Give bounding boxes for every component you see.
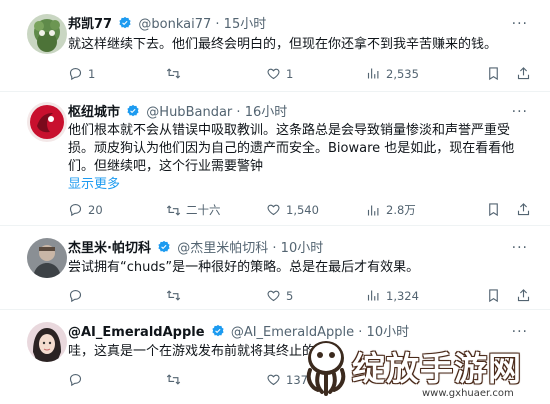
reply-icon (69, 373, 82, 387)
tweet-header: 邦凯77 @bonkai77 · 15小时 (68, 16, 266, 33)
tweet-text: 就这样继续下去。他们最终会明白的，但现在你还拿不到我辛苦赚来的钱。 (68, 37, 498, 52)
author-name[interactable]: @AI_EmeraldApple (68, 325, 205, 340)
separator-dot: · (236, 105, 241, 120)
tweet-2[interactable]: 枢纽城市 @HubBandar · 16小时 ··· 他们根本就不会从错误中吸取… (0, 92, 550, 226)
retweet-count: 二十六 (186, 203, 221, 217)
view-count: 1,324 (386, 288, 419, 303)
avatar[interactable] (27, 14, 67, 54)
watermark: 绽放手游网 www.gxhuaer.com (300, 336, 545, 404)
tweet-header: 杰里米·帕切科 @杰里米帕切科 · 10小时 (68, 240, 323, 257)
reply-icon (69, 67, 82, 81)
like-button[interactable]: 5 (266, 288, 293, 303)
author-name[interactable]: 杰里米·帕切科 (68, 241, 151, 256)
retweet-icon (166, 68, 181, 79)
like-count: 5 (286, 288, 294, 303)
verified-badge-icon (126, 104, 140, 118)
more-options-icon[interactable]: ··· (512, 240, 528, 256)
bookmark-button[interactable] (486, 288, 501, 306)
tweet-actions: 1 1 2,535 (68, 66, 538, 84)
author-handle[interactable]: @HubBandar (146, 105, 232, 120)
heart-icon (267, 374, 280, 386)
reply-count: 20 (88, 202, 103, 217)
bookmark-icon (489, 289, 498, 303)
reply-count: 1 (88, 66, 96, 81)
heart-icon (267, 68, 280, 80)
tweet-actions: 5 1,324 (68, 288, 538, 306)
tweet-3[interactable]: 杰里米·帕切科 @杰里米帕切科 · 10小时 ··· 尝试拥有“chuds”是一… (0, 226, 550, 310)
avatar[interactable] (27, 322, 67, 362)
reply-button[interactable] (68, 288, 88, 303)
author-name[interactable]: 枢纽城市 (68, 105, 120, 120)
show-more-link[interactable]: 显示更多 (68, 176, 520, 194)
like-count: 1,540 (286, 202, 319, 217)
share-button[interactable] (516, 66, 531, 84)
octopus-logo-icon (306, 341, 346, 396)
retweet-button[interactable] (166, 66, 186, 81)
share-icon (517, 67, 530, 80)
tweet-feed: 邦凯77 @bonkai77 · 15小时 ··· 就这样继续下去。他们最终会明… (0, 0, 550, 404)
author-handle[interactable]: @杰里米帕切科 (177, 241, 268, 256)
timestamp[interactable]: 15小时 (224, 17, 267, 32)
more-options-icon[interactable]: ··· (512, 104, 528, 120)
separator-dot: · (272, 241, 277, 256)
reply-button[interactable]: 20 (68, 202, 103, 217)
tweet-text: 他们根本就不会从错误中吸取教训。这条路总是会导致销量惨淡和声誉严重受损。顽皮狗认… (68, 123, 515, 174)
watermark-title: 绽放手游网 (352, 349, 522, 388)
verified-badge-icon (211, 324, 225, 338)
views-button[interactable]: 2,535 (366, 66, 419, 81)
bookmark-button[interactable] (486, 202, 501, 220)
reply-icon (69, 289, 82, 303)
retweet-button[interactable]: 二十六 (166, 202, 221, 218)
reply-button[interactable]: 1 (68, 66, 95, 81)
tweet-text: 尝试拥有“chuds”是一种很好的策略。总是在最后才有效果。 (68, 260, 420, 275)
timestamp[interactable]: 16小时 (245, 105, 288, 120)
tweet-actions: 20 二十六 1,540 2.8万 (68, 202, 538, 220)
share-icon (517, 289, 530, 302)
bookmark-button[interactable] (486, 66, 501, 84)
retweet-icon (166, 204, 181, 216)
share-button[interactable] (516, 202, 531, 220)
tweet-header: 枢纽城市 @HubBandar · 16小时 (68, 104, 287, 121)
verified-badge-icon (118, 16, 132, 30)
retweet-button[interactable] (166, 372, 186, 387)
view-count: 2,535 (386, 66, 419, 81)
retweet-icon (166, 290, 181, 301)
heart-icon (267, 290, 280, 302)
share-icon (517, 203, 530, 216)
retweet-button[interactable] (166, 288, 186, 303)
verified-badge-icon (157, 240, 171, 254)
retweet-icon (166, 374, 181, 385)
author-name[interactable]: 邦凯77 (68, 17, 112, 32)
bar-chart-icon (367, 290, 379, 301)
view-count: 2.8万 (386, 203, 416, 217)
share-button[interactable] (516, 288, 531, 306)
author-handle[interactable]: @bonkai77 (138, 17, 211, 32)
avatar[interactable] (27, 238, 67, 278)
watermark-url: www.gxhuaer.com (422, 388, 514, 399)
views-button[interactable]: 2.8万 (366, 202, 416, 218)
like-button[interactable]: 1,540 (266, 202, 319, 217)
bookmark-icon (489, 203, 498, 217)
separator-dot: · (215, 17, 220, 32)
like-count: 1 (286, 66, 294, 81)
like-button[interactable]: 1 (266, 66, 293, 81)
more-options-icon[interactable]: ··· (512, 16, 528, 32)
heart-icon (267, 204, 280, 216)
timestamp[interactable]: 10小时 (281, 241, 324, 256)
reply-icon (69, 203, 82, 217)
tweet-1[interactable]: 邦凯77 @bonkai77 · 15小时 ··· 就这样继续下去。他们最终会明… (0, 0, 550, 92)
views-button[interactable]: 1,324 (366, 288, 419, 303)
avatar[interactable] (27, 102, 67, 142)
bookmark-icon (489, 67, 498, 81)
bar-chart-icon (367, 68, 379, 79)
bar-chart-icon (367, 205, 379, 215)
reply-button[interactable] (68, 372, 88, 387)
